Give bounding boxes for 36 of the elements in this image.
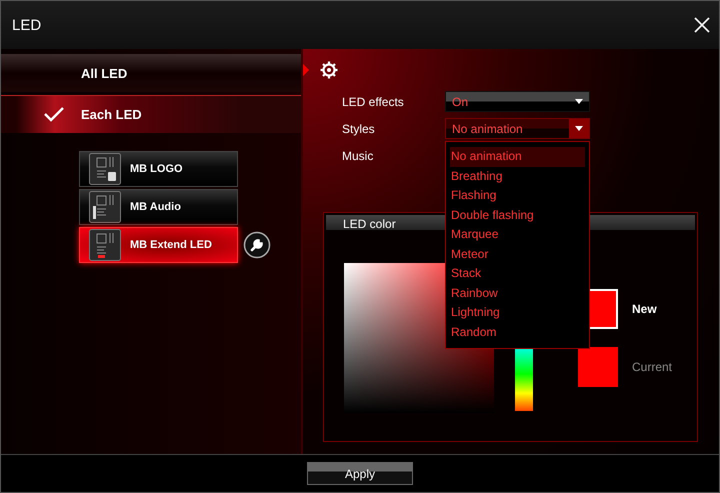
style-option[interactable]: Double flashing	[450, 206, 585, 225]
device-button[interactable]: MB Extend LED	[79, 227, 238, 263]
settings-icon[interactable]	[320, 61, 338, 79]
swatch-label: New	[632, 302, 657, 316]
field-label: Styles	[342, 120, 376, 138]
style-option[interactable]: Meteor	[450, 244, 585, 264]
mode-tab[interactable]: All LED	[1, 54, 301, 92]
close-icon[interactable]	[694, 17, 710, 33]
device-button[interactable]: MB Audio	[79, 189, 238, 225]
motherboard-icon	[89, 153, 121, 185]
caret-icon	[575, 126, 583, 131]
window-title: LED	[12, 16, 42, 34]
effects-dropdown[interactable]: On	[445, 91, 590, 112]
mode-tab[interactable]: Each LED	[1, 95, 301, 133]
styles-dropdown[interactable]: No animation	[445, 118, 590, 139]
apply-button[interactable]: Apply	[307, 462, 413, 485]
wrench-icon[interactable]	[243, 231, 271, 259]
panel-title: LED color	[343, 217, 396, 231]
motherboard-icon	[89, 191, 121, 223]
device-button[interactable]: MB LOGO	[79, 151, 238, 187]
style-option[interactable]: Marquee	[450, 225, 585, 244]
style-option[interactable]: Stack	[450, 264, 585, 284]
style-option[interactable]: Rainbow	[450, 284, 585, 303]
pointer-icon	[303, 64, 309, 76]
motherboard-icon	[89, 229, 121, 261]
field-label: LED effects	[342, 94, 405, 110]
caret-icon	[575, 99, 583, 104]
current-color-swatch	[578, 347, 618, 387]
style-option[interactable]: Breathing	[450, 166, 585, 186]
field-label: Music	[342, 148, 374, 164]
check-icon	[43, 106, 65, 122]
style-option[interactable]: Lightning	[450, 303, 585, 322]
swatch-label: Current	[632, 360, 672, 374]
style-option[interactable]: No animation	[450, 147, 585, 166]
style-option[interactable]: Flashing	[450, 186, 585, 206]
style-option[interactable]: Random	[450, 322, 585, 342]
